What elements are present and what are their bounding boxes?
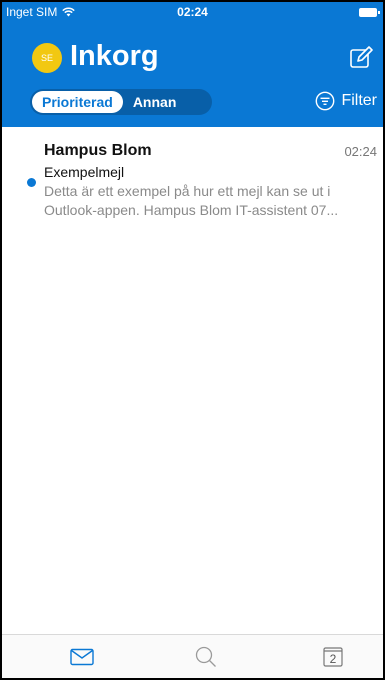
status-time: 02:24 xyxy=(177,5,208,19)
tab-prioriterad[interactable]: Prioriterad xyxy=(32,91,123,113)
message-time: 02:24 xyxy=(344,144,377,159)
tab-mail[interactable] xyxy=(69,645,95,669)
battery-icon xyxy=(359,8,380,17)
filter-button[interactable]: Filter xyxy=(315,91,377,111)
header: Inget SIM 02:24 SE Inkorg Prioriterad An… xyxy=(2,2,383,127)
inbox-tab-switch: Prioriterad Annan xyxy=(30,89,212,115)
search-icon xyxy=(195,646,216,667)
mail-icon xyxy=(70,648,94,666)
message-preview: Detta är ett exempel på hur ett mejl kan… xyxy=(44,183,339,218)
filter-icon xyxy=(316,91,335,111)
unread-indicator xyxy=(27,178,36,187)
phone-screen: Inget SIM 02:24 SE Inkorg Prioriterad An… xyxy=(0,0,385,680)
avatar-initials: SE xyxy=(40,53,53,63)
avatar[interactable]: SE xyxy=(32,43,62,73)
tab-search[interactable] xyxy=(193,645,219,669)
calendar-icon: 2 xyxy=(323,647,343,667)
tab-annan[interactable]: Annan xyxy=(123,94,187,110)
tab-calendar[interactable]: 2 xyxy=(320,645,346,669)
compose-icon[interactable] xyxy=(349,46,373,70)
calendar-day: 2 xyxy=(330,652,337,666)
list-item[interactable]: Hampus Blom 02:24 Exempelmejl Detta är e… xyxy=(2,127,383,252)
page-title: Inkorg xyxy=(70,40,159,72)
filter-label: Filter xyxy=(341,92,377,109)
bottom-tab-bar: 2 xyxy=(2,634,383,678)
status-bar: Inget SIM 02:24 xyxy=(2,2,383,22)
message-subject: Exempelmejl xyxy=(44,164,125,180)
message-sender: Hampus Blom xyxy=(44,142,152,159)
